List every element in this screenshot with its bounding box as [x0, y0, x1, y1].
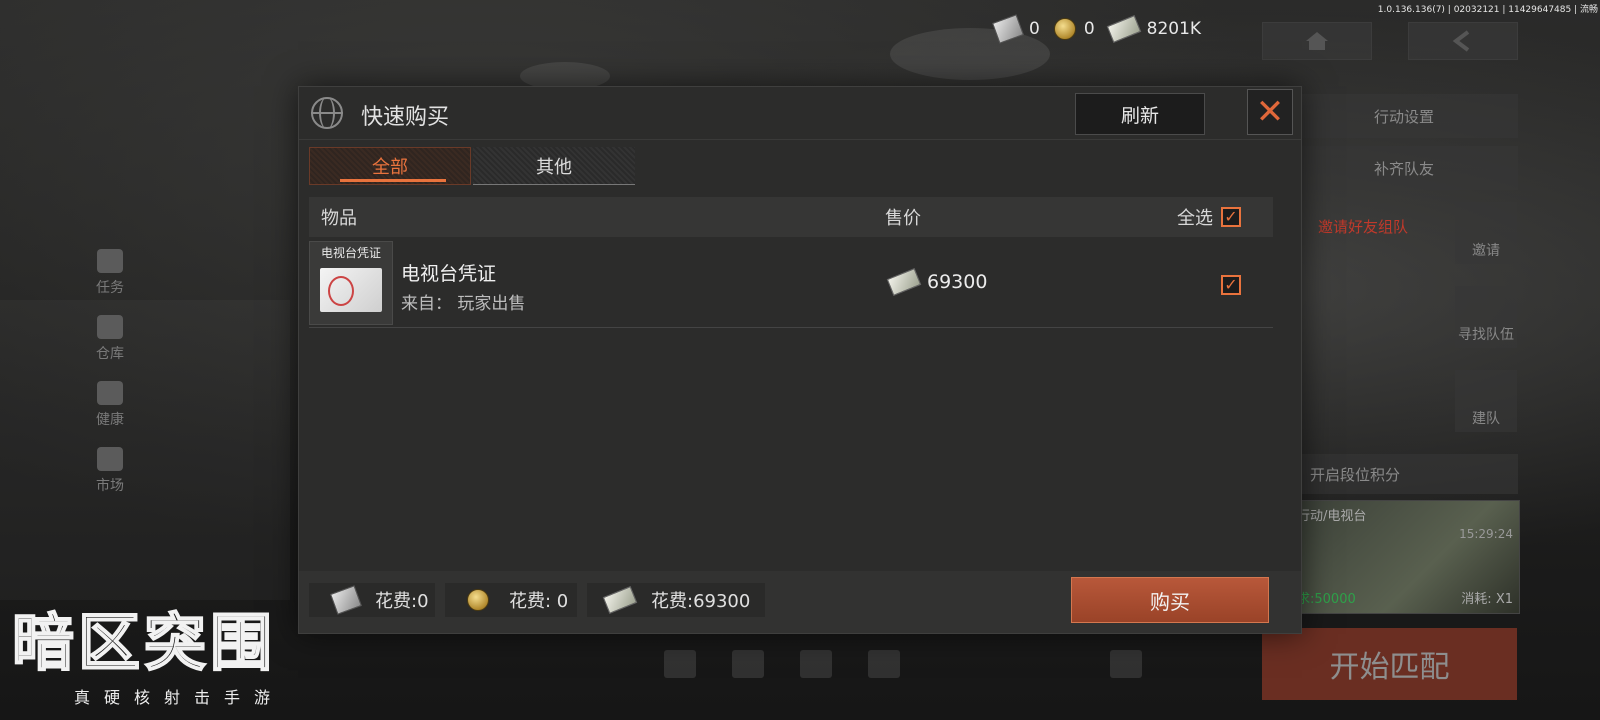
dialog-footer: 花费:0 花费: 0 花费:69300 购买: [299, 571, 1301, 633]
select-all-checkbox[interactable]: ✓: [1221, 207, 1241, 227]
nav-label: 健康: [96, 412, 124, 428]
globe-icon: [311, 97, 343, 129]
map-time: 15:29:24: [1459, 527, 1513, 541]
invite-friends-link[interactable]: 邀请好友组队: [1318, 216, 1408, 237]
rank-points-label: 开启段位积分: [1310, 465, 1401, 484]
start-match-button[interactable]: 开始匹配: [1262, 628, 1517, 700]
map-name: 行动/电视台: [1297, 509, 1367, 524]
rank-points-toggle[interactable]: 开启段位积分: [1290, 454, 1518, 494]
right-panel: 行动设置 补齐队友: [1290, 94, 1518, 198]
coin-currency: 0: [1053, 18, 1095, 40]
cash-icon: [1106, 15, 1141, 43]
item-checkbox[interactable]: ✓: [1221, 275, 1241, 295]
map-cost: 消耗: X1: [1461, 588, 1513, 607]
version-text: 1.0.136.136(7) | 02032121 | 11429647485 …: [1377, 5, 1598, 15]
coin-icon: [1053, 18, 1076, 40]
map-cost-count: X1: [1495, 592, 1513, 607]
coins-icon: [97, 447, 123, 471]
close-icon: ✕: [1255, 92, 1285, 132]
card-icon: [320, 268, 382, 312]
fill-team-toggle[interactable]: 补齐队友: [1290, 146, 1518, 190]
dialog-title: 快速购买: [361, 105, 450, 130]
alert-icon[interactable]: [1110, 650, 1142, 678]
column-item: 物品: [321, 208, 357, 229]
item-price: 69300: [886, 268, 988, 296]
friends-icon[interactable]: [800, 650, 832, 678]
table-row[interactable]: 电视台凭证 电视台凭证 来自： 玩家出售 69300 ✓: [309, 239, 1273, 328]
quick-buy-dialog: 快速购买 刷新 ✕ 全部 其他 物品 售价 全选 ✓ 电视台凭证 电视台凭证 来…: [298, 86, 1302, 634]
ticket-icon: [992, 14, 1024, 44]
cash-icon: [602, 586, 638, 614]
heart-icon: [97, 381, 123, 405]
nav-label: 仓库: [96, 346, 124, 362]
ticket-icon: [330, 585, 362, 615]
ticket-currency: 0: [992, 14, 1040, 44]
coin-icon: [467, 589, 489, 611]
check-icon: ✓: [1224, 207, 1238, 226]
fee-ticket-label: 花费:0: [375, 591, 429, 612]
check-icon: ✓: [1224, 275, 1238, 294]
nav-item-market[interactable]: 市场: [80, 438, 140, 504]
invite-label: 邀请: [1472, 243, 1500, 259]
fee-coin-label: 花费: 0: [509, 591, 569, 612]
home-icon: [1306, 32, 1328, 50]
thumbnail-label: 电视台凭证: [320, 246, 381, 260]
speaker-icon[interactable]: [664, 650, 696, 678]
currency-bar: 0 0 8201K: [992, 14, 1202, 44]
fill-team-label: 补齐队友: [1373, 159, 1434, 178]
cash-amount: 8201K: [1146, 19, 1202, 39]
item-source: 来自： 玩家出售: [401, 294, 526, 314]
map-cost-label: 消耗:: [1461, 592, 1492, 607]
tab-label: 全部: [372, 157, 408, 178]
tab-underline: [340, 179, 446, 182]
start-match-label: 开始匹配: [1329, 650, 1450, 685]
find-team-label: 寻找队伍: [1458, 327, 1514, 343]
microphone-icon[interactable]: [732, 650, 764, 678]
nav-item-warehouse[interactable]: 仓库: [80, 306, 140, 372]
close-button[interactable]: ✕: [1247, 89, 1293, 135]
refresh-button[interactable]: 刷新: [1075, 93, 1205, 135]
price-value: 69300: [927, 271, 988, 293]
map-requirement: 求:50000: [1297, 592, 1356, 607]
select-all-label: 全选: [1177, 208, 1213, 229]
dialog-header: 快速购买 刷新 ✕: [299, 87, 1301, 140]
nav-label: 市场: [96, 478, 124, 494]
home-button[interactable]: [1262, 22, 1372, 60]
nav-item-tasks[interactable]: 任务: [80, 240, 140, 306]
tab-bar: 全部 其他: [309, 147, 635, 185]
warehouse-icon: [97, 315, 123, 339]
tab-label: 其他: [536, 156, 572, 178]
ticket-count: 0: [1029, 19, 1040, 39]
fee-ticket: 花费:0: [309, 583, 435, 617]
create-team-button[interactable]: 建队: [1455, 370, 1517, 432]
cash-currency: 8201K: [1106, 15, 1202, 43]
coin-count: 0: [1083, 19, 1095, 39]
fee-coin: 花费: 0: [445, 583, 577, 617]
create-team-label: 建队: [1472, 411, 1500, 427]
item-thumbnail: 电视台凭证: [309, 241, 393, 325]
tab-other[interactable]: 其他: [473, 147, 635, 185]
left-nav: 任务 仓库 健康 市场: [80, 240, 140, 504]
nav-label: 任务: [96, 280, 124, 296]
column-price: 售价: [885, 208, 921, 229]
logo-subtitle: 真硬核射击手游: [74, 688, 285, 707]
find-team-button[interactable]: 寻找队伍: [1455, 286, 1517, 348]
fee-cash: 花费:69300: [587, 583, 765, 617]
mail-icon[interactable]: [868, 650, 900, 678]
wall-panel: [0, 300, 290, 600]
map-card[interactable]: 行动/电视台 15:29:24 求:50000 消耗: X1: [1290, 500, 1520, 614]
nav-item-health[interactable]: 健康: [80, 372, 140, 438]
buy-button[interactable]: 购买: [1071, 577, 1269, 623]
back-button[interactable]: [1408, 22, 1518, 60]
action-settings-button[interactable]: 行动设置: [1290, 94, 1518, 138]
tab-all[interactable]: 全部: [309, 147, 471, 185]
fee-cash-label: 花费:69300: [651, 591, 751, 612]
cash-icon: [886, 268, 922, 296]
medal-icon: [97, 249, 123, 273]
back-arrow-icon: [1452, 30, 1470, 52]
table-header: 物品 售价 全选 ✓: [309, 197, 1273, 237]
action-settings-label: 行动设置: [1373, 107, 1434, 126]
invite-button[interactable]: 邀请: [1455, 202, 1517, 264]
item-name: 电视台凭证: [401, 263, 497, 285]
